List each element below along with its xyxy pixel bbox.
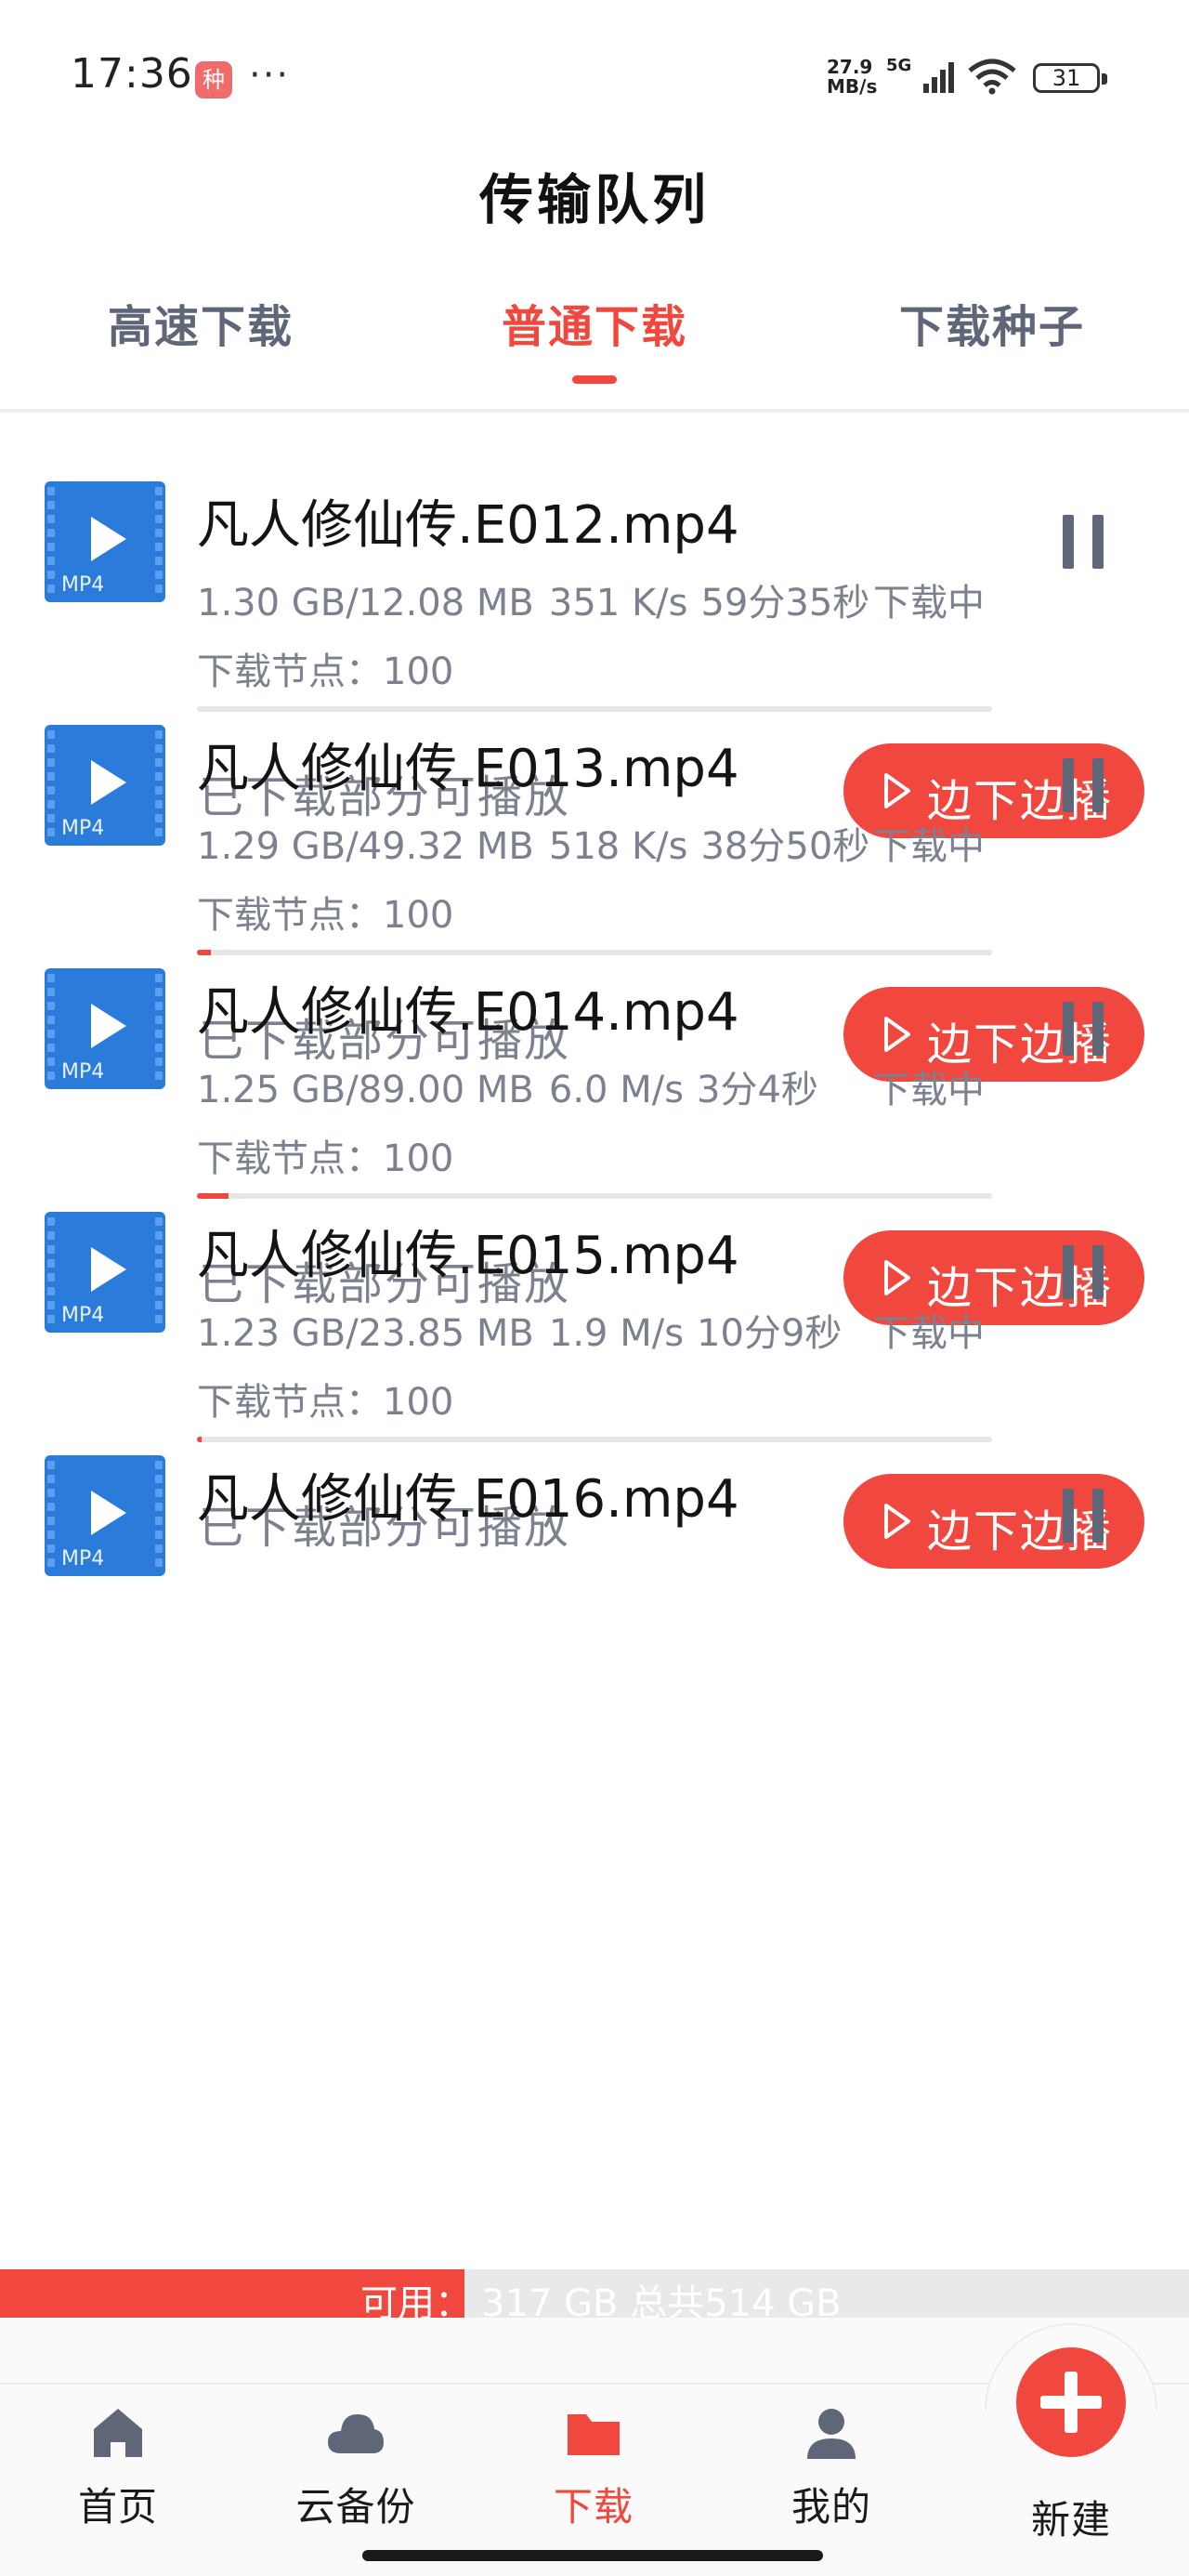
tab-normal-download[interactable]: 普通下载 bbox=[502, 290, 687, 355]
file-name: 凡人修仙传.E012.mp4 bbox=[197, 495, 739, 556]
storage-usage-bar: 可用： 317 GB 总共514 GB bbox=[0, 2269, 1189, 2325]
pause-icon[interactable] bbox=[1063, 758, 1104, 812]
nav-label-cloud-backup: 云备份 bbox=[295, 2484, 416, 2530]
download-speed: 518 K/s bbox=[548, 825, 688, 868]
download-meta: 1.30 GB/12.08 MB 351 K/s 59分35秒 下载中 bbox=[197, 572, 985, 626]
bottom-nav: 首页 云备份 下载 我的 新建 bbox=[0, 2318, 1189, 2576]
nav-item-mine[interactable]: 我的 bbox=[762, 2405, 901, 2532]
file-extension: MP4 bbox=[61, 573, 105, 597]
file-name: 凡人修仙传.E013.mp4 bbox=[197, 739, 739, 799]
time-remaining: 10分9秒 bbox=[697, 1312, 843, 1355]
file-size: 1.25 GB/89.00 MB bbox=[197, 1069, 534, 1111]
active-tab-indicator bbox=[572, 375, 617, 384]
file-size: 1.23 GB/23.85 MB bbox=[197, 1312, 534, 1355]
time-remaining: 3分4秒 bbox=[697, 1069, 818, 1111]
tab-download-torrent[interactable]: 下载种子 bbox=[899, 290, 1085, 355]
nav-label-download: 下载 bbox=[553, 2484, 634, 2530]
folder-icon bbox=[568, 2414, 620, 2455]
nav-label-new: 新建 bbox=[1030, 2497, 1111, 2543]
pause-icon[interactable] bbox=[1063, 515, 1104, 569]
status-time: 17:36 bbox=[71, 50, 193, 98]
battery-icon: 31 bbox=[1033, 63, 1107, 93]
page-title: 传输队列 bbox=[478, 168, 710, 231]
mp4-video-icon: MP4 bbox=[45, 481, 165, 602]
download-status: 下载中 bbox=[873, 582, 985, 624]
status-bar: 17:36 种 ··· 27.9 MB/s 5G 31 bbox=[0, 0, 1189, 149]
time-remaining: 59分35秒 bbox=[700, 582, 870, 624]
nav-label-home: 首页 bbox=[77, 2484, 158, 2530]
download-status: 下载中 bbox=[873, 825, 985, 868]
notification-badge-icon: 种 bbox=[195, 61, 232, 99]
mp4-video-icon: MP4 bbox=[45, 1212, 165, 1333]
download-speed: 6.0 M/s bbox=[548, 1069, 685, 1111]
network-speed: 27.9 MB/s bbox=[827, 58, 877, 97]
download-speed: 1.9 M/s bbox=[548, 1312, 685, 1355]
file-extension: MP4 bbox=[61, 1547, 105, 1571]
nav-item-home[interactable]: 首页 bbox=[48, 2405, 188, 2532]
mp4-video-icon: MP4 bbox=[45, 968, 165, 1089]
nav-label-mine: 我的 bbox=[790, 2484, 871, 2530]
person-icon bbox=[807, 2409, 856, 2459]
signal-icon bbox=[923, 62, 954, 93]
download-meta: 1.25 GB/89.00 MB 6.0 M/s 3分4秒 下载中 bbox=[197, 1059, 985, 1113]
file-size: 1.30 GB/12.08 MB bbox=[197, 582, 534, 624]
tab-high-speed-download[interactable]: 高速下载 bbox=[108, 290, 294, 355]
mp4-video-icon: MP4 bbox=[45, 725, 165, 846]
nav-item-download[interactable]: 下载 bbox=[524, 2405, 663, 2532]
network-speed-value: 27.9 bbox=[827, 56, 873, 78]
download-meta: 1.23 GB/23.85 MB 1.9 M/s 10分9秒 下载中 bbox=[197, 1303, 985, 1357]
time-remaining: 38分50秒 bbox=[700, 825, 870, 868]
download-speed: 351 K/s bbox=[548, 582, 688, 624]
nav-item-cloud-backup[interactable]: 云备份 bbox=[286, 2405, 425, 2532]
download-list[interactable]: MP4 凡人修仙传.E012.mp4 1.30 GB/12.08 MB 351 K… bbox=[0, 413, 1189, 2269]
plus-icon[interactable] bbox=[1016, 2347, 1126, 2457]
more-notifications-icon: ··· bbox=[249, 54, 291, 97]
download-status: 下载中 bbox=[873, 1312, 985, 1355]
network-speed-unit: MB/s bbox=[827, 75, 878, 98]
home-indicator[interactable] bbox=[362, 2550, 823, 2561]
file-name: 凡人修仙传.E016.mp4 bbox=[197, 1469, 739, 1530]
wifi-icon bbox=[968, 59, 1016, 95]
file-extension: MP4 bbox=[61, 1060, 105, 1084]
download-item: MP4 凡人修仙传.E016.mp4 bbox=[0, 1387, 1189, 1818]
pause-icon[interactable] bbox=[1063, 1002, 1104, 1056]
download-meta: 1.29 GB/49.32 MB 518 K/s 38分50秒 下载中 bbox=[197, 816, 985, 870]
file-name: 凡人修仙传.E014.mp4 bbox=[197, 982, 739, 1043]
file-extension: MP4 bbox=[61, 817, 105, 840]
file-name: 凡人修仙传.E015.mp4 bbox=[197, 1226, 739, 1286]
mp4-video-icon: MP4 bbox=[45, 1455, 165, 1576]
home-icon bbox=[94, 2409, 142, 2457]
file-extension: MP4 bbox=[61, 1304, 105, 1327]
download-status: 下载中 bbox=[873, 1069, 985, 1111]
file-size: 1.29 GB/49.32 MB bbox=[197, 825, 534, 868]
tab-bar: 高速下载 普通下载 下载种子 bbox=[0, 279, 1189, 409]
pause-icon[interactable] bbox=[1063, 1489, 1104, 1543]
pause-icon[interactable] bbox=[1063, 1245, 1104, 1299]
cloud-icon bbox=[328, 2414, 384, 2453]
